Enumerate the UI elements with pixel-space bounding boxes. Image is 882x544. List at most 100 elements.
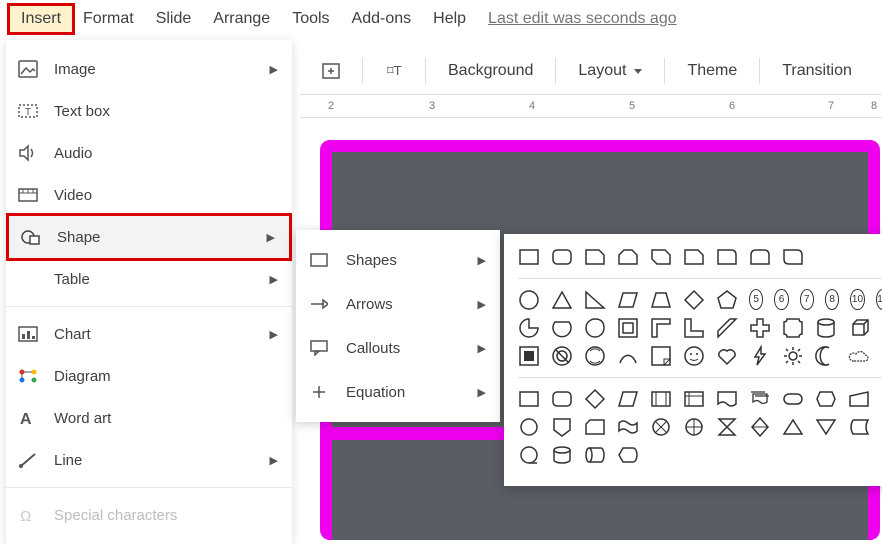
insert-chart[interactable]: Chart ▶	[6, 313, 292, 355]
shape-teardrop[interactable]	[584, 317, 606, 339]
shape-flow-term[interactable]	[782, 388, 804, 410]
transition-button[interactable]: Transition	[770, 56, 864, 86]
insert-line[interactable]: Line ▶	[6, 439, 292, 481]
shape-block-arc[interactable]	[551, 345, 573, 367]
insert-shape[interactable]: Shape ▶	[6, 213, 292, 261]
shape-snip-round[interactable]	[683, 246, 705, 268]
shape-circle[interactable]	[518, 289, 540, 311]
shape-cross[interactable]	[749, 317, 771, 339]
insert-video[interactable]: Video	[6, 174, 292, 216]
clear-formatting-icon[interactable]: ⌑T	[373, 56, 415, 86]
shape-flow-tape[interactable]	[617, 416, 639, 438]
menu-help[interactable]: Help	[422, 6, 477, 32]
shape-moon[interactable]	[815, 345, 837, 367]
shape-flow-connector[interactable]	[518, 416, 540, 438]
shape-flow-display[interactable]	[617, 444, 639, 466]
menu-slide[interactable]: Slide	[145, 6, 203, 32]
shape-flow-or[interactable]	[683, 416, 705, 438]
shape-round-2[interactable]	[749, 246, 771, 268]
shape-snip-1[interactable]	[584, 246, 606, 268]
layout-button[interactable]: Layout	[566, 56, 654, 86]
insert-image[interactable]: Image ▶	[6, 48, 292, 90]
shape-flow-diamond[interactable]	[584, 388, 606, 410]
shape-fold-corner[interactable]	[584, 345, 606, 367]
shape-can[interactable]	[815, 317, 837, 339]
menu-insert[interactable]: Insert	[7, 3, 75, 35]
shape-round-diag[interactable]	[782, 246, 804, 268]
shape-pentagon[interactable]	[716, 289, 738, 311]
shape-right-triangle[interactable]	[584, 289, 606, 311]
shape-callouts[interactable]: Callouts ▶	[296, 326, 500, 370]
shape-snip-2[interactable]	[617, 246, 639, 268]
shape-polygon-7[interactable]: 7	[800, 289, 814, 310]
menu-format[interactable]: Format	[72, 6, 145, 32]
background-button[interactable]: Background	[436, 56, 545, 86]
shape-flow-card[interactable]	[584, 416, 606, 438]
shape-flow-magnetic[interactable]	[551, 444, 573, 466]
shape-flow-sort[interactable]	[749, 416, 771, 438]
shape-no-symbol[interactable]	[518, 345, 540, 367]
shape-plaque[interactable]	[782, 317, 804, 339]
new-slide-icon[interactable]	[310, 56, 352, 86]
shape-flow-manual-input[interactable]	[848, 388, 870, 410]
shape-flow-merge[interactable]	[815, 416, 837, 438]
last-edit-link[interactable]: Last edit was seconds ago	[477, 6, 688, 32]
shape-flow-predef[interactable]	[650, 388, 672, 410]
shape-frame[interactable]	[617, 317, 639, 339]
shape-flow-internal[interactable]	[683, 388, 705, 410]
insert-text-box[interactable]: T Text box	[6, 90, 292, 132]
menu-tools[interactable]: Tools	[281, 6, 340, 32]
shape-flow-collate[interactable]	[716, 416, 738, 438]
shape-flow-prep[interactable]	[815, 388, 837, 410]
diagram-icon	[18, 366, 44, 386]
shape-flow-direct[interactable]	[584, 444, 606, 466]
insert-special-characters: Ω Special characters	[6, 494, 292, 536]
shape-rectangle[interactable]	[518, 246, 540, 268]
shape-parallelogram[interactable]	[617, 289, 639, 311]
shape-half-frame[interactable]	[650, 317, 672, 339]
shape-flow-data[interactable]	[617, 388, 639, 410]
insert-word-art[interactable]: A Word art	[6, 397, 292, 439]
shape-polygon-6[interactable]: 6	[774, 289, 788, 310]
shape-polygon-12[interactable]: 12	[876, 289, 882, 310]
theme-button[interactable]: Theme	[675, 56, 749, 86]
shape-flow-seq[interactable]	[518, 444, 540, 466]
shape-diag-stripe[interactable]	[716, 317, 738, 339]
shape-flow-doc[interactable]	[716, 388, 738, 410]
shape-polygon-5[interactable]: 5	[749, 289, 763, 310]
shape-heart[interactable]	[716, 345, 738, 367]
insert-diagram[interactable]: Diagram	[6, 355, 292, 397]
shape-pie[interactable]	[518, 317, 540, 339]
menu-arrange[interactable]: Arrange	[202, 6, 281, 32]
shape-flow-sum[interactable]	[650, 416, 672, 438]
shape-cube[interactable]	[848, 317, 870, 339]
shape-cloud[interactable]	[848, 345, 870, 367]
shape-flow-rect[interactable]	[518, 388, 540, 410]
shape-rounded-rect[interactable]	[551, 246, 573, 268]
shape-l[interactable]	[683, 317, 705, 339]
shape-round-1[interactable]	[716, 246, 738, 268]
shape-flow-stored[interactable]	[848, 416, 870, 438]
shape-polygon-10[interactable]: 10	[850, 289, 864, 310]
shape-smiley[interactable]	[683, 345, 705, 367]
shape-fold[interactable]	[650, 345, 672, 367]
shape-snip-diag[interactable]	[650, 246, 672, 268]
shape-arc[interactable]	[617, 345, 639, 367]
shape-flow-extract[interactable]	[782, 416, 804, 438]
shape-trapezoid[interactable]	[650, 289, 672, 311]
insert-audio[interactable]: Audio	[6, 132, 292, 174]
shape-flow-round[interactable]	[551, 388, 573, 410]
menu-addons[interactable]: Add-ons	[341, 6, 423, 32]
shape-sun[interactable]	[782, 345, 804, 367]
shape-arrows[interactable]: Arrows ▶	[296, 282, 500, 326]
shape-chord[interactable]	[551, 317, 573, 339]
shape-lightning[interactable]	[749, 345, 771, 367]
shape-flow-multidoc[interactable]	[749, 388, 771, 410]
shape-flow-offpage[interactable]	[551, 416, 573, 438]
shape-polygon-8[interactable]: 8	[825, 289, 839, 310]
insert-table[interactable]: Table ▶	[6, 258, 292, 300]
shape-equation[interactable]: Equation ▶	[296, 370, 500, 414]
shape-diamond[interactable]	[683, 289, 705, 311]
shape-triangle[interactable]	[551, 289, 573, 311]
shape-shapes[interactable]: Shapes ▶	[296, 238, 500, 282]
